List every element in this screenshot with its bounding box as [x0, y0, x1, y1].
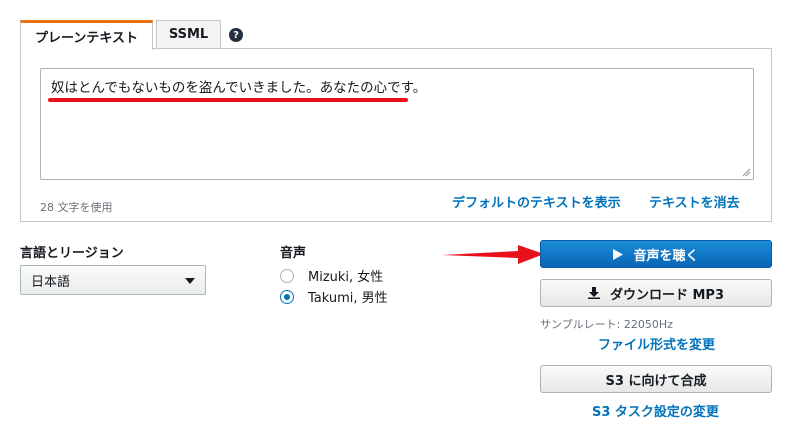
voice-option-label: Takumi, 男性	[308, 291, 388, 306]
voice-option-takumi[interactable]: Takumi, 男性	[280, 287, 388, 306]
red-underline-annotation	[48, 98, 408, 102]
show-default-text-link[interactable]: デフォルトのテキストを表示	[452, 192, 621, 211]
radio-button[interactable]	[280, 268, 294, 283]
clear-text-link[interactable]: テキストを消去	[649, 192, 740, 211]
help-icon[interactable]: ?	[229, 28, 243, 42]
tab-plain-text[interactable]: プレーンテキスト	[20, 20, 153, 50]
listen-button-label: 音声を聴く	[633, 248, 699, 264]
resize-grip-icon[interactable]	[742, 168, 751, 177]
play-icon	[613, 248, 624, 260]
voice-label: 音声	[280, 246, 307, 261]
chevron-down-icon	[185, 278, 195, 284]
synthesize-s3-button[interactable]: S3 に向けて合成	[540, 365, 772, 393]
download-button-label: ダウンロード MP3	[609, 287, 725, 303]
text-input-value: 奴はとんでもないものを盗んでいきました。あなたの心です。	[51, 80, 427, 96]
language-select[interactable]: 日本語	[20, 265, 206, 295]
language-selected-value: 日本語	[31, 274, 71, 290]
char-count: 28 文字を使用	[40, 201, 113, 214]
language-label: 言語とリージョン	[20, 246, 124, 261]
radio-button-checked[interactable]	[280, 289, 294, 304]
voice-option-label: Mizuki, 女性	[308, 270, 384, 285]
synthesize-s3-label: S3 に向けて合成	[605, 373, 707, 389]
text-input[interactable]: 奴はとんでもないものを盗んでいきました。あなたの心です。	[40, 68, 754, 180]
s3-task-settings-link[interactable]: S3 タスク設定の変更	[592, 401, 719, 420]
sample-rate-text: サンプルレート: 22050Hz	[540, 318, 673, 331]
listen-button[interactable]: 音声を聴く	[540, 240, 772, 268]
tab-ssml[interactable]: SSML	[156, 20, 221, 49]
download-icon	[587, 287, 600, 299]
red-arrow-annotation	[442, 245, 544, 264]
voice-option-mizuki[interactable]: Mizuki, 女性	[280, 266, 383, 285]
download-mp3-button[interactable]: ダウンロード MP3	[540, 279, 772, 307]
change-format-link[interactable]: ファイル形式を変更	[598, 334, 715, 353]
